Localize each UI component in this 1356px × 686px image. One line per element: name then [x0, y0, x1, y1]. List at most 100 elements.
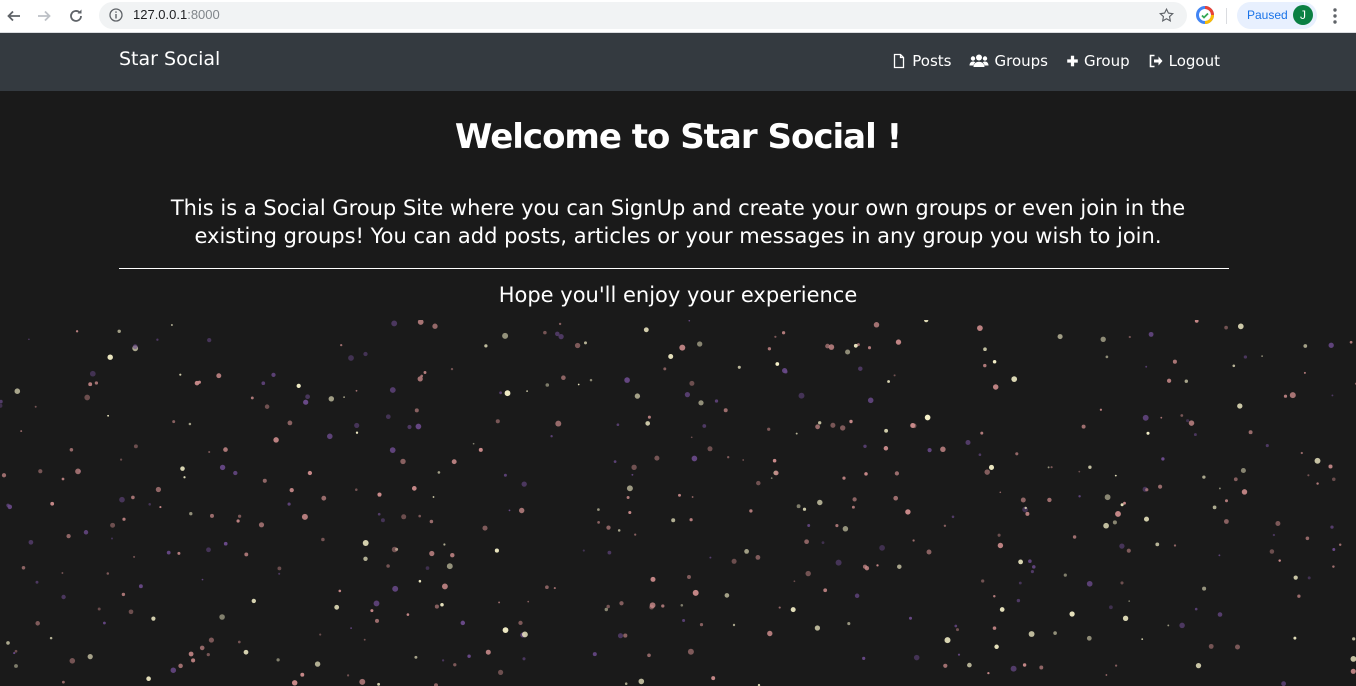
star-particle — [616, 423, 620, 427]
nav-groups-link[interactable]: Groups — [969, 52, 1048, 70]
star-particle — [623, 633, 628, 638]
star-particle — [499, 391, 502, 395]
star-particle — [654, 455, 660, 461]
star-particle — [189, 512, 193, 516]
star-particle — [770, 477, 773, 479]
star-particle — [1018, 559, 1023, 565]
star-particle — [420, 374, 424, 378]
star-particle — [1218, 554, 1221, 557]
star-particle — [194, 380, 200, 386]
star-particle — [166, 550, 171, 555]
star-particle — [553, 587, 556, 590]
star-particle — [661, 604, 665, 608]
arrow-left-icon — [7, 10, 20, 22]
star-particle — [478, 447, 483, 452]
reload-button[interactable] — [64, 4, 88, 28]
star-particle — [340, 343, 343, 347]
star-particle — [1069, 611, 1075, 617]
star-particle — [432, 323, 438, 329]
star-particle — [773, 470, 779, 476]
star-particle — [1158, 484, 1163, 489]
star-particle — [1072, 535, 1077, 539]
star-particle — [1350, 668, 1356, 674]
nav-posts-link[interactable]: Posts — [891, 52, 951, 70]
star-particle — [724, 593, 730, 598]
info-icon[interactable] — [109, 8, 123, 22]
star-particle — [1119, 543, 1125, 549]
star-particle — [894, 471, 900, 476]
star-particle — [702, 424, 707, 428]
brand-link[interactable]: Star Social — [119, 48, 220, 70]
back-button[interactable] — [2, 4, 26, 28]
star-particle — [1240, 467, 1246, 474]
star-particle — [289, 487, 294, 493]
star-particle — [170, 323, 173, 327]
nav-logout-link[interactable]: Logout — [1148, 52, 1220, 70]
star-particle — [133, 444, 138, 449]
star-particle — [97, 607, 101, 611]
star-particle — [1018, 581, 1022, 585]
extension-icon[interactable] — [1196, 6, 1214, 24]
star-particle — [943, 663, 948, 668]
star-particle — [863, 444, 867, 449]
address-bar[interactable]: 127.0.0.1:8000 — [99, 2, 1187, 29]
star-particle — [1155, 542, 1160, 547]
star-particle — [604, 607, 609, 612]
url-text[interactable]: 127.0.0.1:8000 — [133, 7, 220, 22]
star-particle — [34, 405, 37, 408]
star-particle — [781, 331, 786, 335]
star-particle — [849, 419, 853, 424]
star-particle — [1086, 635, 1092, 641]
forward-button[interactable] — [32, 4, 56, 28]
star-particle — [711, 676, 716, 681]
star-particle — [876, 564, 879, 567]
star-particle — [1109, 605, 1113, 610]
star-particle — [1142, 414, 1149, 421]
star-particle — [1078, 495, 1081, 498]
star-particle — [682, 618, 686, 623]
star-particle — [122, 517, 126, 521]
star-particle — [1, 473, 7, 478]
star-particle — [1186, 419, 1190, 423]
star-particle — [1224, 325, 1228, 330]
star-particle — [626, 496, 630, 499]
star-particle — [13, 652, 16, 655]
star-particle — [994, 644, 999, 650]
toolbar-divider — [1226, 8, 1227, 24]
star-particle — [690, 436, 693, 439]
star-particle — [1167, 624, 1170, 627]
star-particle — [1016, 598, 1021, 603]
star-particle — [177, 551, 181, 555]
star-particle — [895, 339, 902, 345]
star-particle — [350, 627, 352, 629]
star-particle — [305, 394, 310, 400]
kebab-menu-icon[interactable] — [1327, 7, 1343, 25]
profile-button[interactable]: Paused J — [1237, 2, 1317, 29]
star-particle — [555, 420, 562, 427]
nav-new-group-label: Group — [1083, 52, 1130, 70]
star-particle — [319, 633, 322, 636]
star-particle — [864, 566, 870, 571]
star-particle — [328, 396, 335, 402]
star-particle — [287, 420, 293, 426]
star-particle — [555, 331, 560, 337]
star-particle — [983, 347, 987, 352]
star-particle — [643, 327, 649, 333]
star-particle — [679, 344, 686, 351]
star-particle — [879, 545, 885, 551]
star-particle — [943, 524, 947, 527]
nav-new-group-link[interactable]: Group — [1066, 52, 1130, 70]
star-particle — [543, 330, 547, 335]
star-particle — [1332, 548, 1336, 551]
star-particle — [1224, 499, 1229, 503]
star-particle — [334, 604, 340, 610]
bookmark-star-icon[interactable] — [1158, 7, 1175, 24]
star-particle — [577, 383, 580, 386]
star-particle — [1224, 519, 1229, 524]
star-particle — [830, 422, 836, 428]
star-particle — [854, 593, 860, 599]
star-particle — [1105, 674, 1108, 676]
url-host: 127.0.0.1 — [133, 7, 188, 22]
star-particle — [146, 676, 151, 681]
star-particle — [291, 680, 298, 686]
